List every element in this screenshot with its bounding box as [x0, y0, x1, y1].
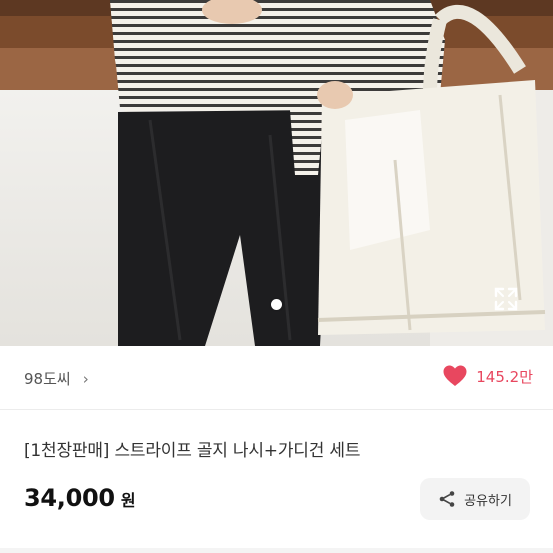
section-divider — [0, 548, 553, 553]
like-count: 145.2만 — [476, 367, 533, 386]
price-currency: 원 — [120, 491, 136, 510]
share-button[interactable]: 공유하기 — [420, 478, 530, 520]
seller-name: 98도씨 — [24, 370, 71, 388]
like-button[interactable]: 145.2만 — [442, 364, 533, 388]
product-photo-illustration — [0, 0, 553, 346]
share-label: 공유하기 — [464, 493, 512, 509]
chevron-right-icon: › — [82, 369, 89, 388]
product-image[interactable] — [0, 0, 553, 346]
expand-icon — [494, 287, 518, 311]
heart-icon — [443, 365, 467, 386]
share-icon — [439, 491, 455, 507]
gallery-pager-dot[interactable] — [271, 299, 282, 310]
expand-button[interactable] — [493, 286, 525, 318]
seller-link[interactable]: 98도씨 › — [24, 368, 89, 389]
price-value: 34,000 — [24, 484, 115, 512]
seller-row: 98도씨 › 145.2만 — [0, 346, 553, 410]
product-title: [1천장판매] 스트라이프 골지 나시+가디건 세트 — [24, 441, 361, 461]
product-price: 34,000 원 — [24, 484, 136, 512]
